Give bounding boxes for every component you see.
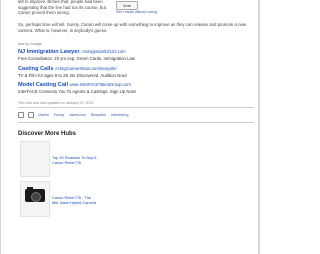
ad-title[interactable]: NJ Immigration Lawyer. [18, 49, 81, 55]
vote-button[interactable]: Vote [116, 1, 138, 10]
ad-url[interactable]: ActingCareersNow.com/newyork/ [55, 66, 117, 71]
ad-title[interactable]: Model Casting Call [18, 82, 68, 88]
hub-thumbnail[interactable] [20, 141, 50, 178]
thumbs-down-icon[interactable] [28, 112, 34, 119]
right-rail [258, 0, 260, 254]
ad-url[interactable]: www.InterFACETalentGroup.com [70, 82, 131, 87]
thumbs-up-icon[interactable] [18, 112, 24, 119]
camera-image [25, 187, 45, 203]
left-rail [0, 0, 1, 254]
poll-text: left to improve. Before that, people had… [18, 0, 106, 16]
ads-section: Ads by Google NJ Immigration Lawyer. Imm… [18, 42, 254, 94]
divider [18, 121, 254, 123]
rate-funny[interactable]: Funny [54, 113, 65, 117]
ad-title[interactable]: Casting Calls [18, 66, 53, 72]
rate-useful[interactable]: Useful [38, 113, 49, 117]
ad-description: Free Consultation. 20 yrs exp. Green Car… [18, 56, 136, 62]
ad-item[interactable]: Casting Calls ActingCareersNow.com/newyo… [18, 65, 254, 78]
hub-title[interactable]: Top 10 Reasons To Buy A Canon Rebel T3i [52, 155, 98, 165]
rate-awesome[interactable]: Awesome [69, 113, 86, 117]
divider [18, 107, 254, 108]
hub-title[interactable]: Canon Rebel T3i - The Mid Value Hybrid C… [52, 195, 98, 205]
discover-more-title: Discover More Hubs [18, 131, 77, 138]
ad-item[interactable]: Model Casting Call www.InterFACETalentGr… [18, 81, 254, 94]
article-paragraph: So, perhaps time will tell. Surely, Cano… [18, 22, 247, 33]
hub-item[interactable]: Canon Rebel T3i - The Mid Value Hybrid C… [18, 181, 244, 218]
hub-thumbnail[interactable] [20, 181, 50, 218]
poll-section: left to improve. Before that, people had… [10, 0, 244, 16]
hub-item[interactable]: Top 10 Reasons To Buy A Canon Rebel T3i [18, 141, 244, 178]
last-updated-text: This hub was last updated on January 29,… [18, 101, 94, 106]
rate-interesting[interactable]: Interesting [111, 113, 129, 117]
ads-label[interactable]: Ads by Google [18, 42, 254, 46]
see-results-link[interactable]: See results without voting [116, 10, 157, 14]
ad-description: InterFACE Connects You To Agents & Casti… [18, 89, 137, 94]
article-content: left to improve. Before that, people had… [10, 0, 254, 218]
ad-description: TV & Film for ages 9 to 29. Be Discovere… [18, 72, 127, 78]
ad-url[interactable]: ImmigrationEZ123.com [82, 49, 125, 54]
ad-item[interactable]: NJ Immigration Lawyer. ImmigrationEZ123.… [18, 48, 254, 61]
rating-bar: Useful Funny Awesome Beautiful Interesti… [18, 111, 244, 120]
rate-beautiful[interactable]: Beautiful [91, 113, 106, 117]
